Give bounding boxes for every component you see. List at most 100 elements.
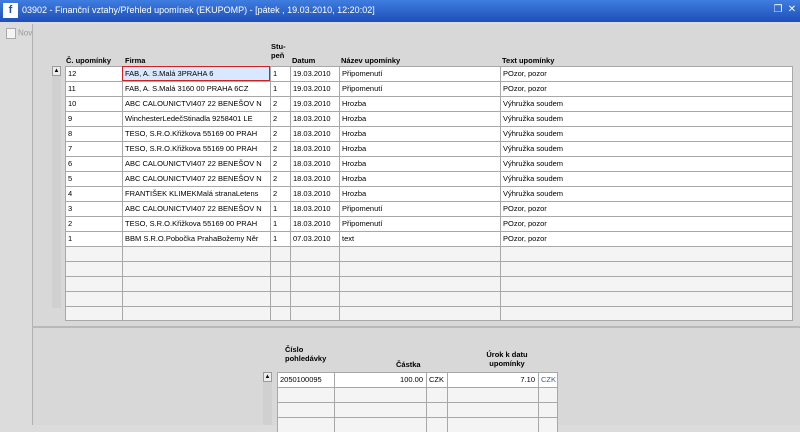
empty-cell[interactable] (339, 306, 500, 321)
cell-stupen[interactable]: 1 (270, 66, 290, 81)
upominky-scrollbar[interactable]: ▲ (52, 66, 61, 308)
table-row[interactable]: 2 TESO, S.R.O.Křižkova 55169 00 PRAH 1 18.0… (65, 216, 793, 231)
empty-cell[interactable] (290, 291, 339, 306)
cell-cislo[interactable]: 6 (65, 156, 122, 171)
empty-cell[interactable] (122, 291, 270, 306)
cell-nazev[interactable]: Připomenutí (339, 81, 500, 96)
cell-cislo[interactable]: 11 (65, 81, 122, 96)
empty-cell[interactable] (277, 402, 334, 417)
cell-firma[interactable]: ABC CALOUNICTVI407 22 BENEŠOV N (122, 171, 270, 186)
empty-row[interactable] (277, 402, 558, 417)
table-row[interactable]: 11 FAB, A. S.Malá 3160 00 PRAHA 6CZ 1 19.03… (65, 81, 793, 96)
cell-text[interactable]: Výhružka soudem (500, 126, 793, 141)
cell-text[interactable]: Výhružka soudem (500, 156, 793, 171)
empty-cell[interactable] (447, 402, 538, 417)
table-row[interactable]: 7 TESO, S.R.O.Křižkova 55169 00 PRAH 2 18.0… (65, 141, 793, 156)
empty-cell[interactable] (500, 246, 793, 261)
table-row[interactable]: 8 TESO, S.R.O.Křižkova 55169 00 PRAH 2 18.0… (65, 126, 793, 141)
cell-nazev[interactable]: Připomenutí (339, 66, 500, 81)
cell-stupen[interactable]: 2 (270, 126, 290, 141)
empty-cell[interactable] (290, 276, 339, 291)
cell-stupen[interactable]: 1 (270, 231, 290, 246)
empty-cell[interactable] (339, 291, 500, 306)
cell-stupen[interactable]: 2 (270, 156, 290, 171)
cell-nazev[interactable]: Hrozba (339, 141, 500, 156)
cell-mena-urok[interactable]: CZK (538, 372, 558, 387)
cell-urok[interactable]: 7.10 (447, 372, 538, 387)
empty-cell[interactable] (426, 387, 447, 402)
cell-cislo[interactable]: 9 (65, 111, 122, 126)
empty-cell[interactable] (122, 306, 270, 321)
restore-icon[interactable]: ❐ (772, 4, 784, 16)
empty-cell[interactable] (290, 246, 339, 261)
table-row[interactable]: 5 ABC CALOUNICTVI407 22 BENEŠOV N 2 18.03.2… (65, 171, 793, 186)
table-row[interactable]: 2050100095 100.00 CZK 7.10 CZK (277, 372, 558, 387)
cell-cislo[interactable]: 1 (65, 231, 122, 246)
cell-mena[interactable]: CZK (426, 372, 447, 387)
cell-nazev[interactable]: Připomenutí (339, 216, 500, 231)
cell-stupen[interactable]: 2 (270, 96, 290, 111)
empty-cell[interactable] (538, 387, 558, 402)
cell-datum[interactable]: 18.03.2010 (290, 126, 339, 141)
cell-cislo[interactable]: 12 (65, 66, 122, 81)
cell-stupen[interactable]: 1 (270, 201, 290, 216)
cell-firma[interactable]: TESO, S.R.O.Křižkova 55169 00 PRAH (122, 141, 270, 156)
cell-firma[interactable]: WinchesterLedečStinadla 9258401 LE (122, 111, 270, 126)
table-row[interactable]: 10 ABC CALOUNICTVI407 22 BENEŠOV N 2 19.03.… (65, 96, 793, 111)
scroll-up-icon[interactable]: ▲ (52, 66, 61, 76)
cell-text[interactable]: POzor, pozor (500, 231, 793, 246)
empty-cell[interactable] (500, 261, 793, 276)
cell-text[interactable]: Výhružka soudem (500, 111, 793, 126)
cell-datum[interactable]: 18.03.2010 (290, 171, 339, 186)
table-row[interactable]: 4 FRANTIŠEK KLIMEKMalá stranaLetens 2 18.03… (65, 186, 793, 201)
cell-cislo[interactable]: 3 (65, 201, 122, 216)
cell-text[interactable]: Výhružka soudem (500, 96, 793, 111)
empty-cell[interactable] (334, 387, 426, 402)
cell-text[interactable]: POzor, pozor (500, 216, 793, 231)
cell-nazev[interactable]: Hrozba (339, 186, 500, 201)
cell-nazev[interactable]: Hrozba (339, 96, 500, 111)
empty-cell[interactable] (500, 276, 793, 291)
empty-cell[interactable] (339, 276, 500, 291)
scroll-up-icon[interactable]: ▲ (263, 372, 272, 382)
empty-cell[interactable] (270, 306, 290, 321)
empty-cell[interactable] (500, 291, 793, 306)
cell-firma[interactable]: TESO, S.R.O.Křižkova 55169 00 PRAH (122, 216, 270, 231)
cell-text[interactable]: POzor, pozor (500, 81, 793, 96)
cell-datum[interactable]: 18.03.2010 (290, 216, 339, 231)
empty-row[interactable] (277, 387, 558, 402)
empty-cell[interactable] (334, 402, 426, 417)
table-row[interactable]: 6 ABC CALOUNICTVI407 22 BENEŠOV N 2 18.03.2… (65, 156, 793, 171)
empty-cell[interactable] (65, 246, 122, 261)
cell-nazev[interactable]: Připomenutí (339, 201, 500, 216)
empty-cell[interactable] (122, 276, 270, 291)
cell-datum[interactable]: 18.03.2010 (290, 201, 339, 216)
empty-cell[interactable] (290, 306, 339, 321)
empty-cell[interactable] (65, 276, 122, 291)
empty-row[interactable] (65, 291, 793, 306)
cell-castka[interactable]: 100.00 (334, 372, 426, 387)
empty-cell[interactable] (447, 387, 538, 402)
table-row[interactable]: 9 WinchesterLedečStinadla 9258401 LE 2 18.0… (65, 111, 793, 126)
cell-datum[interactable]: 18.03.2010 (290, 186, 339, 201)
cell-cislo[interactable]: 2 (65, 216, 122, 231)
cell-cislo[interactable]: 10 (65, 96, 122, 111)
new-button[interactable]: Nov (6, 28, 32, 39)
cell-text[interactable]: POzor, pozor (500, 201, 793, 216)
empty-cell[interactable] (65, 261, 122, 276)
cell-stupen[interactable]: 2 (270, 171, 290, 186)
cell-firma[interactable]: FAB, A. S.Malá 3160 00 PRAHA 6CZ (122, 81, 270, 96)
cell-text[interactable]: Výhružka soudem (500, 171, 793, 186)
empty-cell[interactable] (122, 246, 270, 261)
cell-datum[interactable]: 19.03.2010 (290, 96, 339, 111)
empty-cell[interactable] (122, 261, 270, 276)
cell-datum[interactable]: 07.03.2010 (290, 231, 339, 246)
empty-row[interactable] (65, 306, 793, 321)
empty-cell[interactable] (270, 276, 290, 291)
cell-text[interactable]: Výhružka soudem (500, 141, 793, 156)
cell-text[interactable]: POzor, pozor (500, 66, 793, 81)
cell-datum[interactable]: 18.03.2010 (290, 156, 339, 171)
cell-cislo[interactable]: 4 (65, 186, 122, 201)
empty-cell[interactable] (270, 291, 290, 306)
empty-cell[interactable] (65, 291, 122, 306)
